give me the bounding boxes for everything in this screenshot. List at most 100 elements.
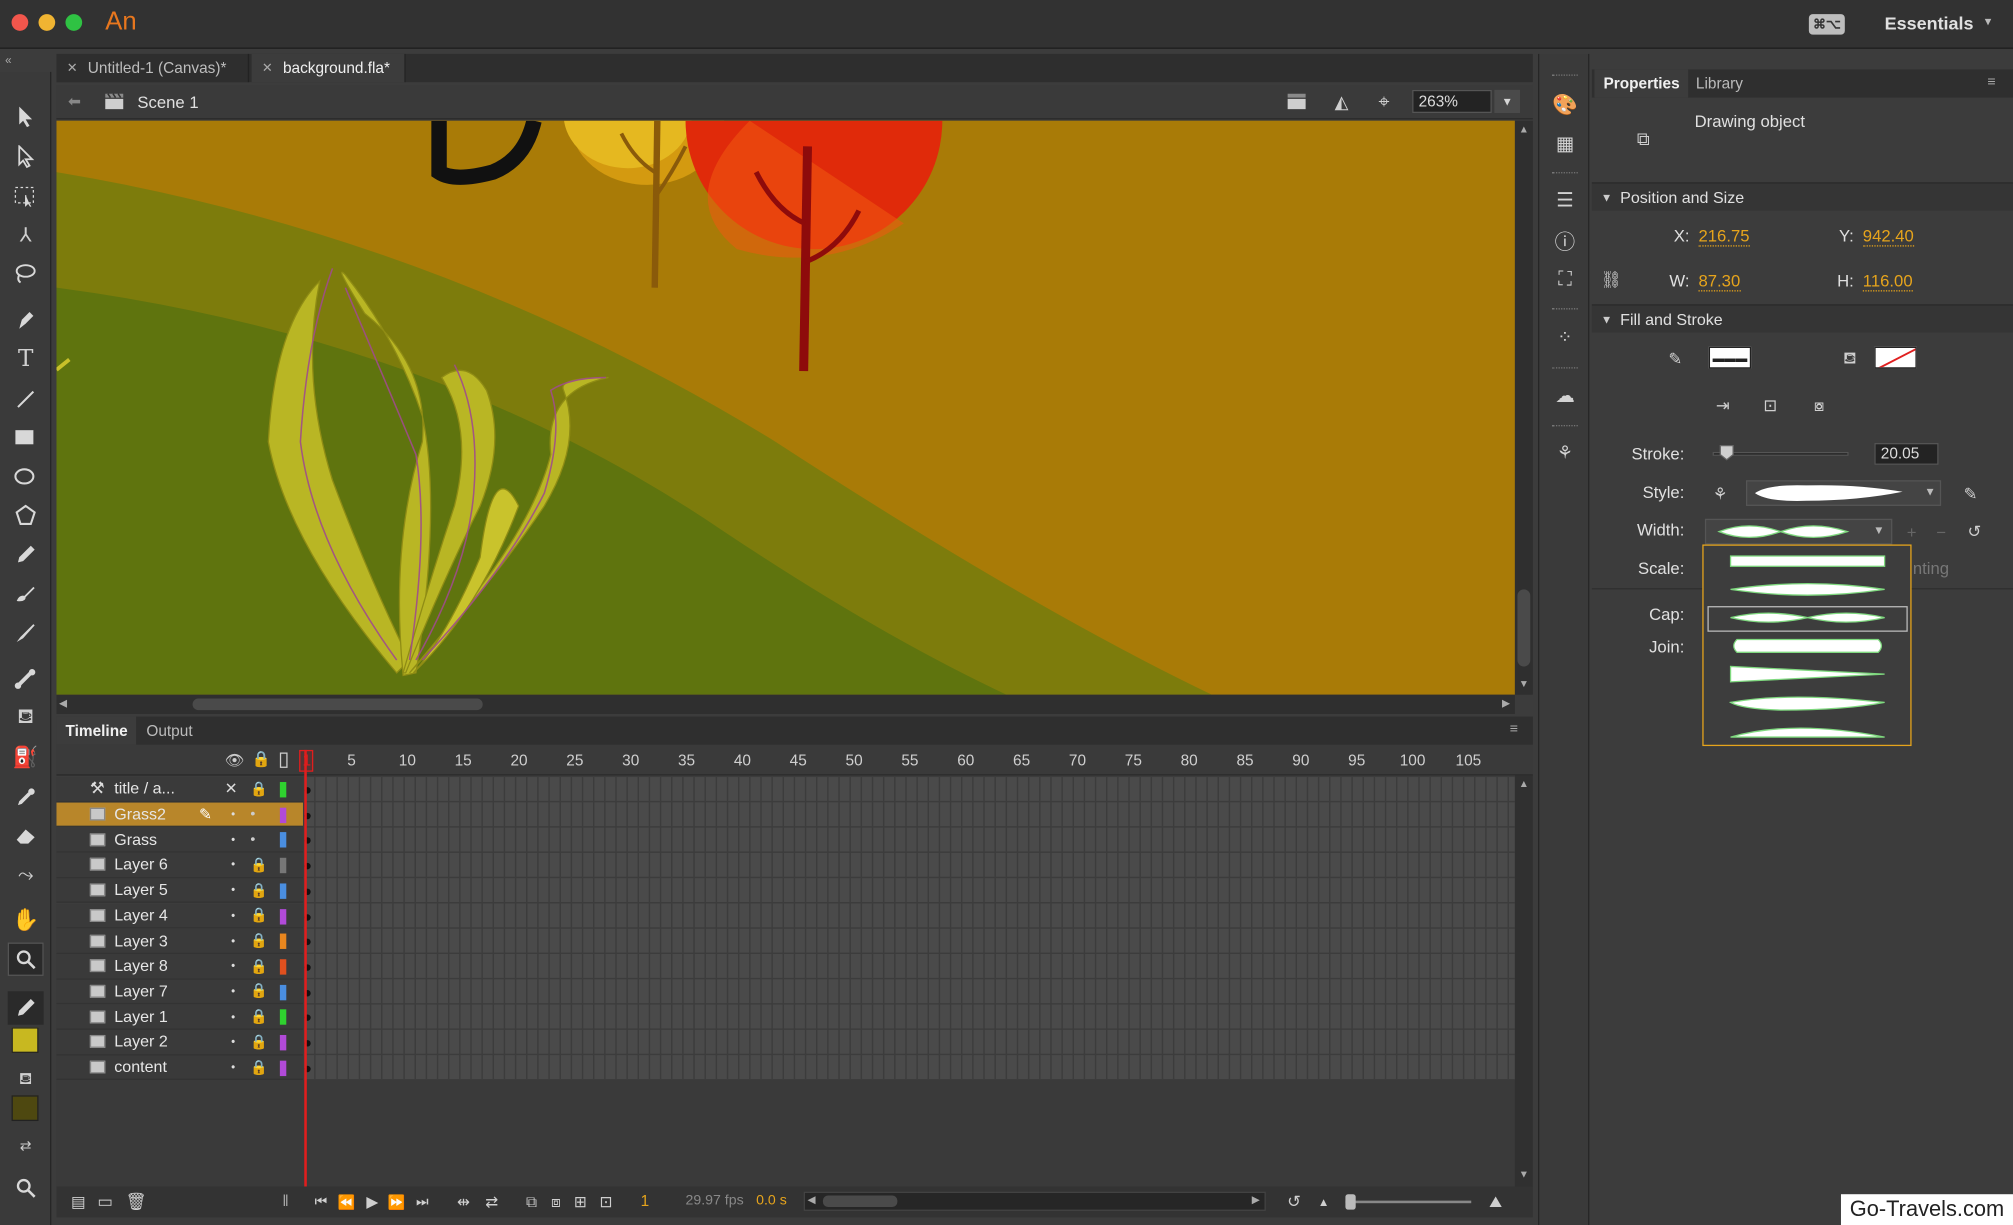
frame-number[interactable]: 30 (611, 751, 650, 769)
frame-number[interactable]: 35 (667, 751, 706, 769)
w-value[interactable]: 87.30 (1698, 271, 1741, 292)
panel-menu-icon[interactable]: ≡ (1987, 74, 1995, 89)
scroll-up-icon[interactable]: ▲ (1519, 778, 1529, 790)
workspace-label[interactable]: Essentials (1885, 13, 1974, 34)
brush-tool-icon[interactable] (8, 616, 44, 649)
layer-row[interactable]: Layer 5 • 🔒 (56, 878, 303, 904)
lasso-tool-icon[interactable] (8, 257, 44, 290)
tab-untitled-1[interactable]: ✕ Untitled-1 (Canvas)* (56, 53, 250, 83)
width-profile-option-rounded[interactable] (1729, 637, 1886, 655)
center-stage-icon[interactable]: ⌖ (1371, 90, 1397, 113)
frame-number[interactable]: 25 (556, 751, 595, 769)
layer-name[interactable]: Layer 3 (114, 932, 168, 950)
frame-number[interactable]: 70 (1058, 751, 1097, 769)
paint-bucket-tool-icon[interactable]: ⛾ (8, 701, 44, 734)
width-profile-option-swell[interactable] (1729, 722, 1886, 740)
zoom-input[interactable]: 263% (1412, 89, 1492, 114)
layer-row[interactable]: ⚒ title / a... ✕ 🔒 (56, 776, 303, 803)
fill-color-swatch[interactable] (11, 1095, 39, 1122)
tab-output[interactable]: Output (137, 717, 201, 745)
width-profile-option-bulge[interactable] (1729, 580, 1886, 598)
edit-multiple-frames-icon[interactable]: ⊞ (570, 1192, 591, 1213)
layer-name[interactable]: Layer 5 (114, 881, 168, 899)
close-window-button[interactable] (11, 14, 29, 31)
panel-menu-icon[interactable]: ≡ (1510, 722, 1518, 737)
lock-icon[interactable]: 🔒 (250, 932, 268, 949)
loop-icon[interactable]: ⇹ (452, 1192, 475, 1213)
lock-icon[interactable]: 🔒 (250, 958, 268, 974)
edit-stroke-style-icon[interactable]: ✎ (1959, 483, 1982, 506)
visibility-dot-icon[interactable]: • (231, 858, 235, 871)
visibility-dot-icon[interactable]: • (231, 934, 235, 947)
close-tab-icon[interactable]: ✕ (262, 61, 273, 75)
visibility-dot-icon[interactable]: • (231, 833, 235, 846)
time-value[interactable]: 0.0 s (756, 1193, 787, 1208)
layer-color-swatch[interactable] (279, 933, 287, 950)
fill-color-swatch[interactable] (1874, 346, 1917, 369)
fill-stroke-section[interactable]: ▼ Fill and Stroke (1591, 304, 2013, 333)
width-profile-select[interactable]: ▼ (1704, 518, 1893, 545)
unlock-dot-icon[interactable]: • (250, 832, 268, 847)
frame-number[interactable]: 85 (1226, 751, 1265, 769)
unlock-dot-icon[interactable]: • (250, 806, 268, 821)
scroll-left-icon[interactable]: ◀ (59, 697, 67, 709)
layer-color-swatch[interactable] (279, 984, 287, 1000)
scroll-down-icon[interactable]: ▼ (1519, 1169, 1529, 1181)
frame-number[interactable]: 50 (835, 751, 874, 769)
align-icon[interactable]: ☰ (1550, 185, 1581, 216)
center-frame-icon[interactable]: ⇄ (480, 1192, 503, 1213)
layer-row[interactable]: Grass2 ✎ • • (56, 802, 303, 828)
add-width-profile-icon[interactable]: + (1903, 522, 1921, 541)
reset-width-icon[interactable]: ↺ (1964, 521, 1985, 542)
visibility-dot-icon[interactable]: • (231, 1035, 235, 1048)
pen-tool-icon[interactable] (8, 303, 44, 336)
delete-width-profile-icon[interactable]: − (1932, 522, 1950, 541)
scroll-right-icon[interactable]: ▶ (1252, 1194, 1260, 1206)
hinting-icon[interactable]: ⧇ (1808, 394, 1831, 417)
layer-name[interactable]: Layer 1 (114, 1008, 168, 1026)
visibility-dot-icon[interactable]: • (231, 985, 235, 998)
scroll-down-icon[interactable]: ▼ (1519, 678, 1529, 690)
play-icon[interactable]: ▶ (362, 1192, 383, 1213)
polystar-tool-icon[interactable] (8, 498, 44, 531)
frame-number[interactable]: 65 (1002, 751, 1041, 769)
onion-skin-outlines-icon[interactable]: ⧈ (546, 1192, 567, 1213)
expand-triangle-icon[interactable]: ▼ (1601, 191, 1612, 204)
lock-icon[interactable]: 🔒 (250, 781, 268, 797)
free-transform-tool-icon[interactable] (8, 180, 44, 213)
onion-skin-icon[interactable]: ⧉ (521, 1192, 542, 1213)
stroke-color-swatch[interactable] (11, 1027, 39, 1053)
delete-layer-icon[interactable]: 🗑 (125, 1192, 146, 1213)
layer-name[interactable]: Layer 6 (114, 856, 168, 874)
stroke-color-swatch[interactable]: ▬▬▬ (1708, 346, 1752, 369)
visibility-dot-icon[interactable]: • (231, 1061, 235, 1074)
layer-color-swatch[interactable] (279, 959, 287, 975)
new-layer-icon[interactable]: ▤ (68, 1192, 89, 1213)
pencil-tool-icon[interactable] (8, 538, 44, 571)
lock-icon[interactable]: 🔒 (250, 856, 268, 873)
close-tab-icon[interactable]: ✕ (67, 61, 78, 75)
layer-color-swatch[interactable] (279, 883, 287, 899)
visibility-dot-icon[interactable]: • (231, 960, 235, 973)
tab-library[interactable]: Library (1687, 69, 1752, 97)
timeline-hscroll-thumb[interactable] (822, 1195, 898, 1208)
timeline-zoom-slider[interactable] (1345, 1200, 1472, 1204)
ink-bottle-tool-icon[interactable]: ⛽ (8, 741, 44, 774)
layer-color-swatch[interactable] (279, 832, 287, 849)
frames-grid[interactable] (302, 775, 1515, 1080)
bone-tool-icon[interactable] (8, 663, 44, 696)
timeline-zoom-slider-thumb[interactable] (1345, 1194, 1356, 1210)
frame-number[interactable]: 20 (500, 751, 539, 769)
tab-timeline[interactable]: Timeline (56, 716, 137, 745)
timeline-horizontal-scrollbar[interactable]: ◀ ▶ (803, 1191, 1266, 1211)
selection-tool-icon[interactable] (8, 100, 44, 133)
layer-color-swatch[interactable] (279, 782, 287, 798)
info-icon[interactable]: ⓘ (1550, 225, 1581, 256)
3d-rotation-tool-icon[interactable]: ⅄ (8, 218, 44, 251)
layer-row[interactable]: Layer 1 • 🔒 (56, 1004, 303, 1030)
layer-color-swatch[interactable] (279, 1009, 287, 1026)
visibility-dot-icon[interactable]: • (231, 909, 235, 922)
position-size-section[interactable]: ▼ Position and Size (1591, 182, 2013, 211)
chevron-down-icon[interactable]: ▼ (1924, 485, 1935, 498)
frame-number[interactable]: 105 (1449, 751, 1488, 769)
